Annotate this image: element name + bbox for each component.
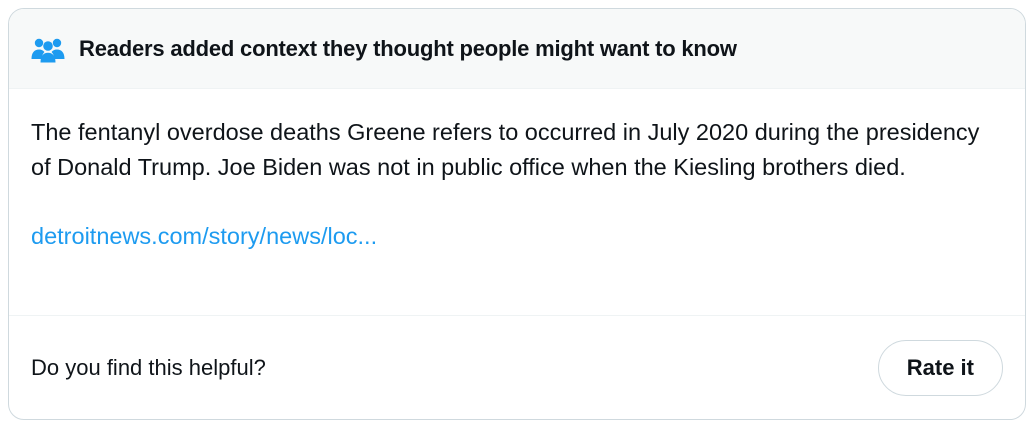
rate-it-button[interactable]: Rate it bbox=[877, 340, 1003, 396]
note-text: The fentanyl overdose deaths Greene refe… bbox=[31, 119, 980, 180]
community-note-card: Readers added context they thought peopl… bbox=[8, 8, 1026, 420]
note-footer: Do you find this helpful? Rate it bbox=[9, 316, 1025, 419]
helpful-question: Do you find this helpful? bbox=[31, 355, 266, 380]
source-link[interactable]: detroitnews.com/story/news/loc... bbox=[31, 219, 377, 253]
note-header: Readers added context they thought peopl… bbox=[9, 9, 1025, 89]
note-body: The fentanyl overdose deaths Greene refe… bbox=[9, 89, 1025, 316]
people-group-icon bbox=[31, 35, 65, 63]
note-header-title: Readers added context they thought peopl… bbox=[79, 35, 737, 61]
